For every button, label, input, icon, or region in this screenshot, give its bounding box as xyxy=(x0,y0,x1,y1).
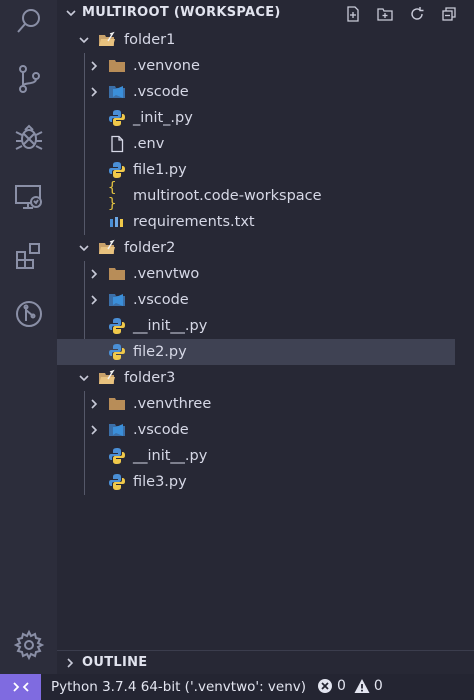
tree-item-label: file3.py xyxy=(133,474,187,490)
python-icon xyxy=(108,343,126,361)
python-icon xyxy=(108,473,126,491)
tree-item-label: .vscode xyxy=(133,292,189,308)
folder-label: folder2 xyxy=(124,240,176,256)
tree-item[interactable]: { } multiroot.code-workspace xyxy=(57,180,455,212)
tree-item-label: _init_.py xyxy=(133,110,193,126)
chevron-down-icon xyxy=(66,10,76,17)
python-icon xyxy=(108,317,126,335)
chevron-down-icon xyxy=(79,37,89,44)
chevron-right-icon xyxy=(91,269,98,279)
tree-item-selected[interactable]: file2.py xyxy=(57,339,455,365)
chevron-right-icon xyxy=(91,87,98,97)
app-window: MULTIROOT (WORKSPACE) folder1 .venvone .… xyxy=(0,0,474,700)
status-bar: Python 3.7.4 64-bit ('.venvtwo': venv) 0… xyxy=(0,674,474,700)
workspace-actions xyxy=(342,3,460,25)
tree-item[interactable]: file3.py xyxy=(57,469,455,495)
search-icon[interactable] xyxy=(10,2,48,40)
collapse-all-icon xyxy=(442,7,456,21)
collapse-all-button[interactable] xyxy=(438,3,460,25)
tree-folder1[interactable]: folder1 xyxy=(57,27,455,53)
chevron-down-icon xyxy=(79,245,89,252)
error-count: 0 xyxy=(337,678,346,694)
python-icon xyxy=(108,161,126,179)
folder-open-icon xyxy=(98,239,116,257)
chevron-right-icon xyxy=(91,425,98,435)
remote-icon xyxy=(12,682,29,692)
tree-item-label: .env xyxy=(133,136,165,152)
problems-status[interactable]: 0 0 xyxy=(317,678,383,694)
remote-explorer-icon[interactable] xyxy=(10,178,48,216)
file-icon xyxy=(108,135,126,153)
tree-item-label: file1.py xyxy=(133,162,187,178)
tree-item-label: .venvthree xyxy=(133,396,212,412)
python-icon xyxy=(108,109,126,127)
vscode-folder-icon xyxy=(108,421,126,439)
warning-icon xyxy=(354,679,370,693)
python-icon xyxy=(108,447,126,465)
tree-item-label: __init__.py xyxy=(133,318,208,334)
activity-bar xyxy=(0,0,57,674)
debug-icon[interactable] xyxy=(10,118,48,156)
chevron-right-icon xyxy=(91,295,98,305)
new-folder-button[interactable] xyxy=(374,3,396,25)
workspace-header[interactable]: MULTIROOT (WORKSPACE) xyxy=(57,0,474,27)
tree-item[interactable]: .venvtwo xyxy=(57,261,455,287)
tree-item[interactable]: requirements.txt xyxy=(57,209,455,235)
git-graph-icon[interactable] xyxy=(10,295,48,333)
tree-item-label: .venvtwo xyxy=(133,266,200,282)
tree-folder2[interactable]: folder2 xyxy=(57,235,455,261)
error-icon xyxy=(318,679,332,693)
tree-item[interactable]: __init__.py xyxy=(57,443,455,469)
vscode-folder-icon xyxy=(108,83,126,101)
folder-icon xyxy=(108,265,126,283)
chevron-right-icon xyxy=(67,658,74,668)
chevron-right-icon xyxy=(91,399,98,409)
chevron-right-icon xyxy=(91,61,98,71)
warning-count: 0 xyxy=(373,678,383,694)
tree-item-label: multiroot.code-workspace xyxy=(133,188,322,204)
explorer-sidebar: MULTIROOT (WORKSPACE) folder1 .venvone .… xyxy=(57,0,474,674)
tree-item-label: requirements.txt xyxy=(133,214,255,230)
tree-item-label: file2.py xyxy=(133,344,187,360)
tree-item[interactable]: .env xyxy=(57,131,455,157)
extensions-icon[interactable] xyxy=(10,237,48,275)
tree-item-label: .vscode xyxy=(133,84,189,100)
tree-item-label: .venvone xyxy=(133,58,200,74)
tree-item-label: __init__.py xyxy=(133,448,208,464)
vscode-folder-icon xyxy=(108,291,126,309)
json-braces-icon: { } xyxy=(108,180,117,212)
tree-item[interactable]: __init__.py xyxy=(57,313,455,339)
folder-label: folder1 xyxy=(124,32,176,48)
folder-icon xyxy=(108,57,126,75)
folder-label: folder3 xyxy=(124,370,176,386)
new-file-button[interactable] xyxy=(342,3,364,25)
tree-item[interactable]: .vscode xyxy=(57,287,455,313)
requirements-icon xyxy=(108,213,126,231)
remote-indicator-button[interactable] xyxy=(0,674,41,700)
refresh-button[interactable] xyxy=(406,3,428,25)
folder-open-icon xyxy=(98,369,116,387)
outline-title: OUTLINE xyxy=(82,655,148,670)
tree-item[interactable]: _init_.py xyxy=(57,105,455,131)
tree-item[interactable]: .vscode xyxy=(57,79,455,105)
tree-item-label: .vscode xyxy=(133,422,189,438)
tree-item[interactable]: .vscode xyxy=(57,417,455,443)
tree-item[interactable]: .venvone xyxy=(57,53,455,79)
new-file-icon xyxy=(347,6,359,22)
source-control-icon[interactable] xyxy=(10,60,48,98)
python-interpreter-status[interactable]: Python 3.7.4 64-bit ('.venvtwo': venv) xyxy=(51,679,306,695)
gear-icon[interactable] xyxy=(10,626,48,664)
new-folder-icon xyxy=(377,8,393,21)
refresh-icon xyxy=(411,7,424,20)
workspace-title: MULTIROOT (WORKSPACE) xyxy=(82,5,281,20)
chevron-down-icon xyxy=(79,375,89,382)
tree-folder3[interactable]: folder3 xyxy=(57,365,455,391)
folder-open-icon xyxy=(98,31,116,49)
tree-item[interactable]: .venvthree xyxy=(57,391,455,417)
folder-icon xyxy=(108,395,126,413)
outline-section[interactable]: OUTLINE xyxy=(57,650,474,674)
